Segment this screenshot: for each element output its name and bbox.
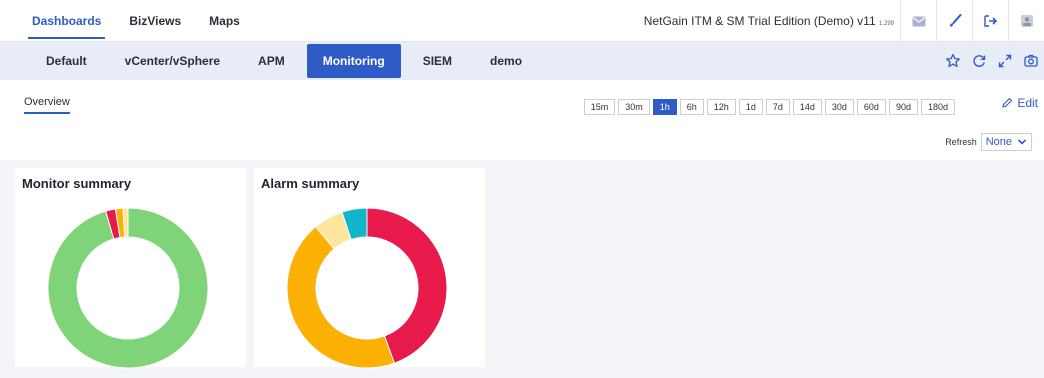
time-range-60d[interactable]: 60d [856,99,886,115]
camera-icon[interactable] [1018,42,1044,80]
time-range-1d[interactable]: 1d [738,99,763,115]
brush-icon[interactable] [936,0,972,42]
product-name: NetGain ITM & SM Trial Edition (Demo) v1… [643,14,876,28]
time-range-15m[interactable]: 15m [583,99,616,115]
time-range-7d[interactable]: 7d [765,99,790,115]
user-avatar-icon[interactable] [1008,0,1044,42]
alarm-summary-title: Alarm summary [261,176,360,191]
time-range-30m[interactable]: 30m [618,99,650,115]
monitor-summary-chart [47,207,209,369]
edit-label: Edit [1017,96,1038,110]
time-range-90d[interactable]: 90d [888,99,918,115]
star-icon[interactable] [940,42,966,80]
product-version: 1.299 [878,21,894,27]
refresh-label: Refresh [945,137,977,147]
tab-overview[interactable]: Overview [24,96,70,114]
time-range-selector: 15m 30m 1h 6h 12h 1d 7d 14d 30d 60d 90d … [581,99,955,115]
refresh-icon[interactable] [966,42,992,80]
time-range-6h[interactable]: 6h [679,99,704,115]
tab-demo[interactable]: demo [474,44,538,78]
nav-bizviews[interactable]: BizViews [115,0,195,42]
dashboard-tabs: Default vCenter/vSphere APM Monitoring S… [30,44,544,78]
refresh-control: Refresh None [945,133,1032,151]
pencil-icon [1002,97,1013,108]
tab-monitoring[interactable]: Monitoring [306,44,401,78]
edit-button[interactable]: Edit [1001,96,1038,110]
refresh-select[interactable]: None [980,133,1032,151]
nav-dashboards[interactable]: Dashboards [18,0,115,42]
time-range-30d[interactable]: 30d [824,99,854,115]
monitor-summary-panel: Monitor summary [15,168,246,369]
logout-icon[interactable] [972,0,1008,42]
alarm-summary-panel: Alarm summary [254,168,485,369]
time-range-14d[interactable]: 14d [792,99,822,115]
tab-apm[interactable]: APM [242,44,301,78]
tab-vcenter[interactable]: vCenter/vSphere [109,44,236,78]
monitor-summary-title: Monitor summary [22,176,132,191]
mail-icon[interactable] [900,0,936,42]
dashboard-tab-bar: Default vCenter/vSphere APM Monitoring S… [0,42,1044,80]
time-range-180d[interactable]: 180d [920,99,955,115]
tab-default[interactable]: Default [30,44,103,78]
time-range-12h[interactable]: 12h [706,99,736,115]
top-icons [900,0,1044,42]
main-nav: Dashboards BizViews Maps [18,0,254,42]
alarm-summary-chart [286,207,448,369]
donut-slice-1[interactable] [286,226,396,369]
top-bar: Dashboards BizViews Maps NetGain ITM & S… [0,0,1044,42]
dashboard-actions [940,42,1044,80]
nav-maps[interactable]: Maps [195,0,254,42]
chevron-down-icon [1017,139,1027,145]
product-title: NetGain ITM & SM Trial Edition (Demo) v1… [644,0,894,42]
refresh-value: None [985,136,1012,148]
expand-icon[interactable] [992,42,1018,80]
tab-siem[interactable]: SIEM [407,44,468,78]
time-range-1h[interactable]: 1h [652,99,677,115]
dashboard-toolbar: Overview 15m 30m 1h 6h 12h 1d 7d 14d 30d… [0,80,1044,160]
